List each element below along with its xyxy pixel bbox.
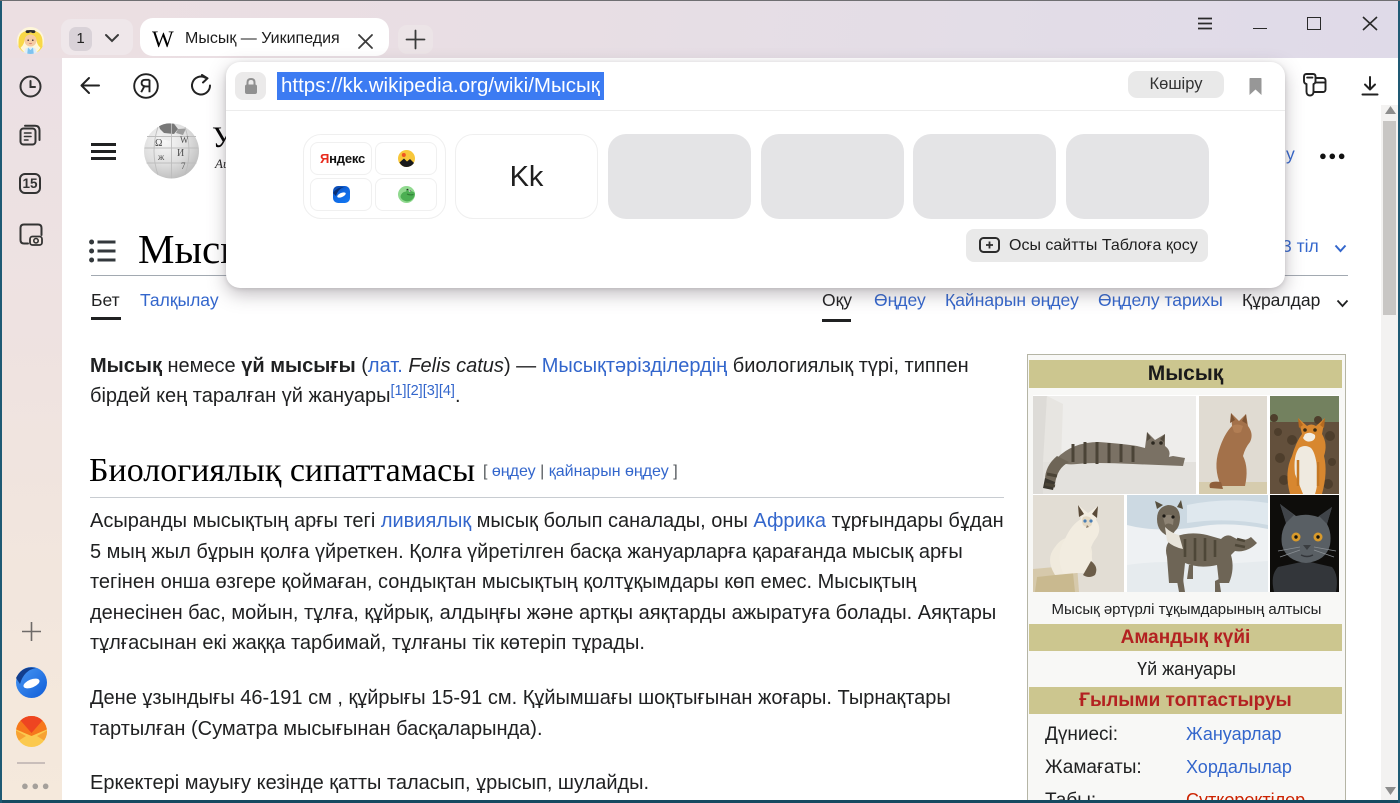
- svg-text:ж: ж: [157, 152, 165, 162]
- svg-text:Ω: Ω: [155, 138, 162, 149]
- svg-text:И: И: [177, 148, 184, 159]
- svg-text:7: 7: [181, 161, 186, 171]
- svg-text:W: W: [180, 135, 189, 145]
